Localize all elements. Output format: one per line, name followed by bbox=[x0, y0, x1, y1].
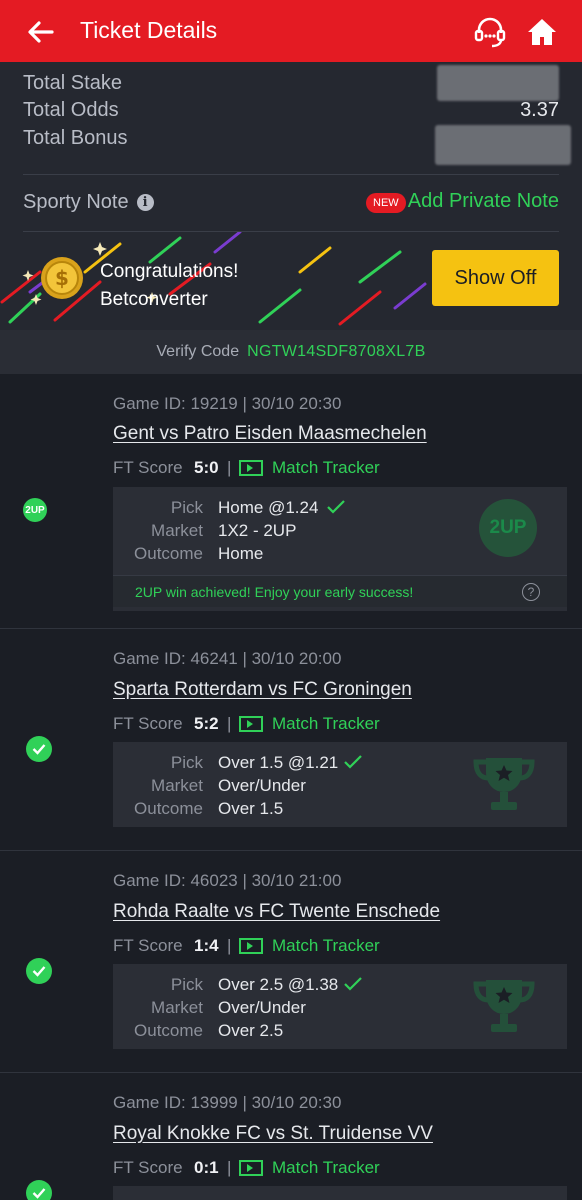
trophy-watermark-icon bbox=[473, 758, 535, 810]
won-check-icon bbox=[26, 1180, 52, 1200]
match-card: Game ID: 19219 | 30/10 20:30 Gent vs Pat… bbox=[0, 374, 582, 629]
pick-details-box: Pick Over 2.5 @1.38 Market Over/Under Ou… bbox=[113, 964, 567, 1049]
game-id-line: Game ID: 46023 | 30/10 21:00 bbox=[113, 871, 342, 890]
separator: | bbox=[227, 936, 232, 955]
match-tracker-link[interactable]: Match Tracker bbox=[272, 936, 380, 956]
match-tracker-icon[interactable] bbox=[239, 938, 263, 954]
match-tracker-link[interactable]: Match Tracker bbox=[272, 1158, 380, 1178]
separator: | bbox=[227, 1158, 232, 1177]
2up-watermark-icon: 2UP bbox=[479, 499, 537, 557]
match-card: Game ID: 46023 | 30/10 21:00 Rohda Raalt… bbox=[0, 851, 582, 1073]
ft-score-value: 1:4 bbox=[194, 936, 219, 955]
market-value: Over/Under bbox=[218, 998, 306, 1017]
trophy-watermark-icon bbox=[473, 980, 535, 1032]
new-badge: NEW bbox=[366, 193, 406, 213]
back-arrow-icon[interactable] bbox=[24, 16, 56, 48]
match-teams-link[interactable]: Rohda Raalte vs FC Twente Enschede bbox=[113, 901, 440, 923]
won-check-icon bbox=[26, 958, 52, 984]
show-off-button[interactable]: Show Off bbox=[432, 250, 559, 306]
total-odds-value: 3.37 bbox=[520, 99, 559, 121]
help-icon[interactable]: ? bbox=[522, 583, 540, 601]
ft-score-label: FT Score bbox=[113, 714, 183, 733]
info-icon[interactable]: i bbox=[136, 194, 154, 211]
pick-value: Over 1.5 @1.21 bbox=[218, 753, 339, 772]
add-private-note-link[interactable]: Add Private Note bbox=[408, 190, 559, 213]
match-tracker-icon[interactable] bbox=[239, 460, 263, 476]
ft-score-label: FT Score bbox=[113, 1158, 183, 1177]
pick-value: Home @1.24 bbox=[218, 498, 319, 517]
market-label: Market bbox=[151, 776, 203, 795]
gold-coin-icon: $ bbox=[41, 257, 83, 299]
total-bonus-label: Total Bonus bbox=[23, 127, 128, 149]
check-icon bbox=[344, 755, 362, 769]
pick-value: Over 2.5 @1.38 bbox=[218, 975, 339, 994]
outcome-label: Outcome bbox=[134, 799, 203, 818]
congratulations-text: Congratulations! Betconverter bbox=[100, 258, 238, 314]
page-title: Ticket Details bbox=[80, 17, 218, 43]
2up-status-badge: 2UP bbox=[23, 498, 47, 522]
outcome-value: Over 2.5 bbox=[218, 1021, 284, 1040]
sporty-note-row: Sporty Note i bbox=[23, 191, 154, 214]
ft-score-label: FT Score bbox=[113, 936, 183, 955]
verify-code-value[interactable]: NGTW14SDF8708XL7B bbox=[247, 343, 426, 361]
divider bbox=[23, 174, 559, 175]
outcome-value: Over 1.5 bbox=[218, 799, 284, 818]
2up-banner-text: 2UP win achieved! Enjoy your early succe… bbox=[135, 583, 414, 600]
match-card: Game ID: 46241 | 30/10 20:00 Sparta Rott… bbox=[0, 629, 582, 851]
top-app-bar: Ticket Details bbox=[0, 0, 582, 62]
match-tracker-icon[interactable] bbox=[239, 1160, 263, 1176]
customer-support-icon[interactable] bbox=[472, 14, 508, 50]
outcome-value: Home bbox=[218, 544, 264, 563]
pick-label: Pick bbox=[170, 975, 203, 994]
check-icon bbox=[327, 500, 345, 514]
match-teams-link[interactable]: Royal Knokke FC vs St. Truidense VV bbox=[113, 1123, 433, 1145]
congratulations-line: Congratulations! bbox=[100, 261, 239, 282]
ft-score-value: 5:0 bbox=[194, 458, 219, 477]
match-teams-link[interactable]: Sparta Rotterdam vs FC Groningen bbox=[113, 679, 412, 701]
game-id-line: Game ID: 19219 | 30/10 20:30 bbox=[113, 394, 342, 413]
total-odds-label: Total Odds bbox=[23, 99, 119, 121]
verify-code-row: Verify Code NGTW14SDF8708XL7B bbox=[0, 330, 582, 374]
ft-score-value: 0:1 bbox=[194, 1158, 219, 1177]
match-teams-link[interactable]: Gent vs Patro Eisden Maasmechelen bbox=[113, 423, 427, 445]
separator: | bbox=[227, 714, 232, 733]
total-bonus-value-hidden bbox=[435, 125, 571, 165]
market-label: Market bbox=[151, 521, 203, 540]
match-tracker-icon[interactable] bbox=[239, 716, 263, 732]
won-check-icon bbox=[26, 736, 52, 762]
sporty-note-label: Sporty Note bbox=[23, 191, 129, 213]
svg-text:$: $ bbox=[55, 266, 69, 290]
pick-details-box bbox=[113, 1186, 567, 1200]
total-stake-value-hidden bbox=[437, 65, 559, 101]
pick-label: Pick bbox=[170, 498, 203, 517]
check-icon bbox=[344, 977, 362, 991]
market-value: 1X2 - 2UP bbox=[218, 521, 297, 540]
outcome-label: Outcome bbox=[134, 1021, 203, 1040]
2up-success-banner: 2UP win achieved! Enjoy your early succe… bbox=[113, 575, 567, 607]
ft-score-label: FT Score bbox=[113, 458, 183, 477]
username-line: Betconverter bbox=[100, 289, 208, 310]
game-id-line: Game ID: 13999 | 30/10 20:30 bbox=[113, 1093, 342, 1112]
total-stake-label: Total Stake bbox=[23, 72, 122, 94]
home-icon[interactable] bbox=[524, 14, 560, 50]
outcome-label: Outcome bbox=[134, 544, 203, 563]
game-id-line: Game ID: 46241 | 30/10 20:00 bbox=[113, 649, 342, 668]
match-tracker-link[interactable]: Match Tracker bbox=[272, 714, 380, 734]
match-card: Game ID: 13999 | 30/10 20:30 Royal Knokk… bbox=[0, 1073, 582, 1200]
separator: | bbox=[227, 458, 232, 477]
market-label: Market bbox=[151, 998, 203, 1017]
pick-details-box: Pick Over 1.5 @1.21 Market Over/Under Ou… bbox=[113, 742, 567, 827]
pick-label: Pick bbox=[170, 753, 203, 772]
match-tracker-link[interactable]: Match Tracker bbox=[272, 458, 380, 478]
ft-score-value: 5:2 bbox=[194, 714, 219, 733]
verify-code-label: Verify Code bbox=[156, 343, 240, 360]
market-value: Over/Under bbox=[218, 776, 306, 795]
